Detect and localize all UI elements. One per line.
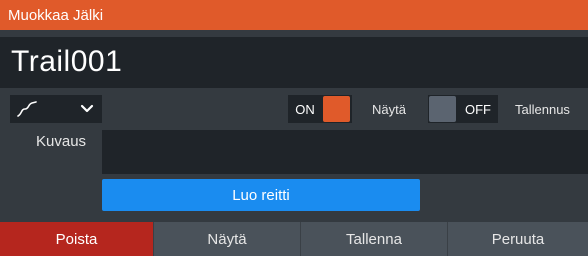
trail-name-field[interactable]: Trail001 (0, 37, 588, 88)
line-style-icon (17, 101, 37, 117)
record-toggle-state[interactable]: OFF (458, 95, 498, 123)
trail-options-row: ON Näytä OFF Tallennus (0, 90, 588, 128)
dialog-titlebar: Muokkaa Jälki (0, 0, 588, 30)
record-toggle[interactable] (428, 95, 458, 123)
description-input[interactable] (102, 130, 588, 174)
record-toggle-knob (429, 96, 456, 122)
trail-name-value: Trail001 (11, 45, 123, 78)
save-button[interactable]: Tallenna (300, 222, 447, 256)
chevron-down-icon (80, 104, 94, 113)
show-toggle-label: Näytä (372, 101, 406, 117)
show-button[interactable]: Näytä (153, 222, 300, 256)
cancel-button[interactable]: Peruuta (447, 222, 588, 256)
dialog-title: Muokkaa Jälki (8, 6, 104, 24)
line-style-dropdown[interactable] (10, 95, 102, 123)
create-route-button[interactable]: Luo reitti (102, 179, 420, 211)
description-label: Kuvaus (36, 133, 87, 150)
record-toggle-label: Tallennus (515, 101, 570, 117)
show-toggle[interactable] (322, 95, 352, 123)
show-toggle-knob (323, 96, 350, 122)
bottom-action-bar: Poista Näytä Tallenna Peruuta (0, 222, 588, 256)
delete-button[interactable]: Poista (0, 222, 153, 256)
show-toggle-state[interactable]: ON (288, 95, 322, 123)
edit-trail-dialog: Muokkaa Jälki Trail001 ON Näytä OFF Tall… (0, 0, 588, 256)
